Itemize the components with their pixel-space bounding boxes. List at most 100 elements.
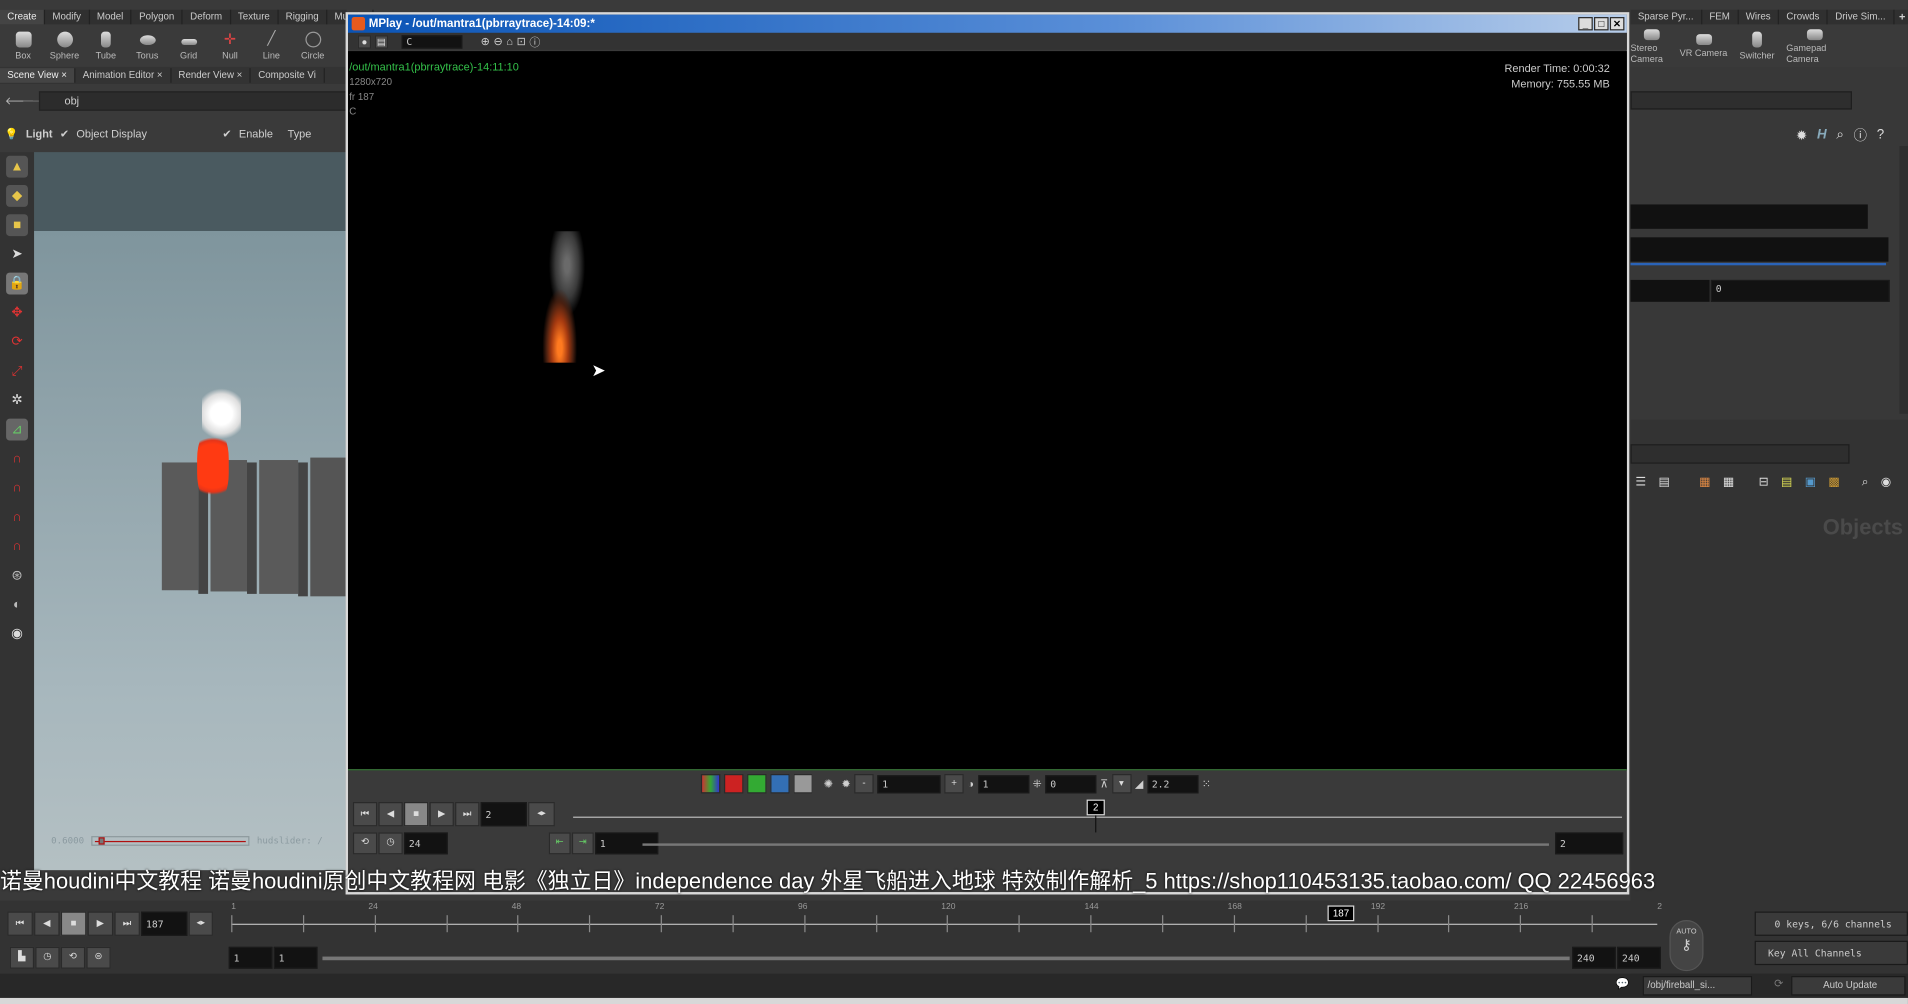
mplay-timeline[interactable] (573, 816, 1622, 818)
exposure-icon[interactable]: ✹ (841, 777, 850, 790)
enable-label[interactable]: Enable (239, 128, 273, 140)
eye-icon[interactable]: ◉ (1881, 476, 1892, 489)
exposure-minus-button[interactable]: - (854, 774, 874, 794)
shelf-tab[interactable]: Rigging (278, 9, 328, 25)
parameter-slider[interactable] (1630, 262, 1887, 266)
playback-start-field[interactable]: 1 (273, 946, 318, 969)
shelf-tab[interactable]: Wires (1738, 9, 1780, 25)
subnet-icon[interactable]: ▩ (1828, 476, 1840, 489)
view-tool-icon[interactable]: ⊛ (6, 565, 28, 587)
scene-viewport[interactable]: 0.6000 hudslider: / (34, 152, 346, 871)
enable-check-icon[interactable]: ✔ (222, 127, 231, 140)
options-grid-icon[interactable]: ⁙ (1202, 777, 1211, 790)
status-path-field[interactable]: /obj/fireball_si... (1642, 976, 1753, 996)
channel-select[interactable]: C (401, 34, 463, 49)
step-back-button[interactable]: ◀ (378, 802, 403, 827)
shelf-tab[interactable]: FEM (1702, 9, 1739, 25)
global-start-field[interactable]: 1 (228, 946, 273, 969)
tube-tool[interactable]: Tube (85, 31, 126, 61)
playback-end-field[interactable]: 240 (1572, 946, 1616, 969)
exposure-plus-button[interactable]: + (944, 774, 964, 794)
info-icon[interactable]: ⓘ (1854, 125, 1867, 144)
green-channel-button[interactable] (747, 774, 767, 794)
circle-tool[interactable]: Circle (292, 31, 333, 61)
auto-update-dropdown[interactable]: Auto Update (1791, 976, 1906, 996)
brightness-icon[interactable]: ✺ (824, 777, 833, 790)
shape-palette-icon[interactable]: ▦ (1723, 476, 1735, 489)
current-frame-marker[interactable]: 187 (1327, 905, 1355, 922)
jump-start-button[interactable]: ⏮ (352, 802, 378, 827)
play-button[interactable]: ▶ (429, 802, 454, 827)
snap-grid-icon[interactable]: ∩ (6, 448, 28, 470)
refresh-icon[interactable]: ⟳ (1774, 977, 1783, 990)
grid-tool[interactable]: Grid (168, 32, 209, 61)
range-end-field[interactable]: 2 (1555, 832, 1624, 855)
maximize-button[interactable]: □ (1594, 17, 1609, 31)
current-frame-field[interactable]: 187 (141, 911, 188, 936)
parameter-path-field[interactable] (1630, 91, 1852, 110)
realtime-icon[interactable]: ◷ (35, 946, 60, 969)
tab-animation-editor[interactable]: Animation Editor × (75, 68, 172, 83)
red-channel-button[interactable] (723, 774, 744, 794)
exposure-field[interactable]: 1 (877, 774, 941, 793)
shelf-tab[interactable]: Modify (45, 9, 90, 25)
vr-camera-tool[interactable]: VR Camera (1679, 34, 1728, 58)
frame-marker[interactable]: 2 (1086, 799, 1105, 816)
shelf-geometry-icon[interactable]: ◆ (6, 184, 28, 207)
offset-icon[interactable]: ⁜ (1032, 777, 1041, 790)
background-image-icon[interactable]: ▣ (1805, 476, 1817, 489)
rows-icon[interactable]: ▤ (1658, 476, 1670, 489)
hud-slider-track[interactable] (91, 835, 250, 846)
range-slider[interactable] (322, 956, 1570, 961)
lut-dropdown[interactable]: ▾ (1111, 774, 1132, 794)
sticky-note-icon[interactable]: ▤ (1781, 476, 1793, 489)
search-icon[interactable]: ⌕ (1862, 476, 1869, 489)
path-field[interactable]: obj (38, 91, 347, 111)
jump-end-button[interactable]: ⏭ (455, 802, 480, 827)
jump-end-button[interactable]: ⏭ (114, 911, 140, 936)
sphere-tool[interactable]: Sphere (44, 31, 85, 61)
question-icon[interactable]: ? (1877, 128, 1884, 143)
stop-button[interactable]: ■ (403, 802, 429, 827)
shelf-tab[interactable]: Texture (231, 9, 279, 25)
gamma-field[interactable]: 2.2 (1146, 774, 1199, 793)
snap-curve-icon[interactable]: ∩ (6, 477, 28, 499)
scale-icon[interactable]: ⤢ (6, 360, 28, 382)
gain-field[interactable]: 1 (977, 774, 1029, 793)
play-button[interactable]: ▶ (87, 911, 114, 936)
zoom-in-icon[interactable]: ⊕ (481, 35, 490, 48)
help-h-icon[interactable]: H (1817, 128, 1827, 143)
info-icon[interactable]: ⓘ (529, 33, 540, 49)
parameter-field[interactable] (1630, 279, 1710, 302)
stereo-camera-tool[interactable]: Stereo Camera (1631, 28, 1672, 64)
parameter-value-field[interactable]: 0 (1710, 279, 1890, 302)
snap-magnet-icon[interactable]: ∩ (6, 535, 28, 557)
audio-icon[interactable]: ▙ (9, 946, 35, 969)
parameter-field[interactable] (1630, 204, 1868, 229)
camera-view-icon[interactable]: ◐ (6, 594, 28, 616)
shelf-tab[interactable]: Create (0, 9, 46, 25)
loop-icon[interactable]: ⟲ (352, 832, 378, 855)
set-end-button[interactable]: ⇥ (571, 832, 594, 855)
zoom-out-icon[interactable]: ⊖ (493, 35, 502, 48)
frame-ruler[interactable]: 1 24 48 72 96 120 144 168 192 216 2 (231, 901, 1662, 938)
range-slider[interactable] (642, 843, 1549, 846)
move-icon[interactable]: ✥ (6, 302, 28, 324)
tab-composite-view[interactable]: Composite Vi (251, 68, 325, 83)
gamma-icon[interactable]: ◢ (1135, 777, 1143, 790)
stop-button[interactable]: ■ (60, 911, 87, 936)
current-frame-field[interactable]: 2 (480, 802, 527, 827)
add-shelf-icon[interactable]: + (1899, 11, 1905, 23)
shelf-tab[interactable]: Polygon (132, 9, 183, 25)
rgb-channel-button[interactable] (700, 774, 721, 794)
global-end-field[interactable]: 240 (1617, 946, 1661, 969)
pose-icon[interactable]: ✲ (6, 389, 28, 411)
object-display-check-icon[interactable]: ✔ (60, 127, 69, 140)
select-arrow-icon[interactable]: ➤ (6, 243, 28, 265)
lock-icon[interactable]: 🔒 (6, 272, 28, 295)
handle-icon[interactable]: ⊿ (6, 418, 28, 441)
gear-icon[interactable]: ✹ (1796, 127, 1807, 143)
render-region-icon[interactable]: ◉ (6, 623, 28, 645)
display-icon[interactable]: ▤ (374, 34, 389, 49)
step-back-button[interactable]: ◀ (34, 911, 60, 936)
